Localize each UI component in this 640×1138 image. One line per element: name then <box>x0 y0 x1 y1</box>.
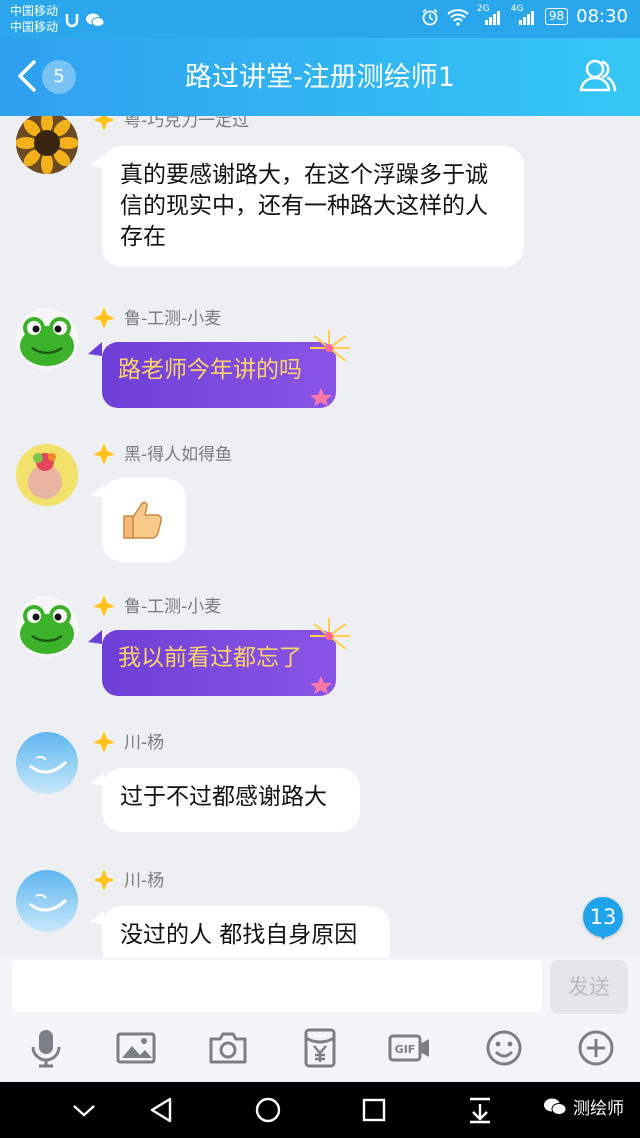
wifi-icon <box>447 8 469 26</box>
sunflower-avatar-icon <box>16 116 78 174</box>
watermark: 测绘师 <box>543 1094 624 1119</box>
group-members-icon[interactable] <box>578 56 618 96</box>
camera-icon[interactable] <box>206 1026 250 1070</box>
wechat-icon <box>544 1098 567 1115</box>
network-label-2: 4G <box>510 3 524 14</box>
avatar[interactable] <box>16 870 78 932</box>
unread-count-badge[interactable]: 5 <box>42 60 76 94</box>
red-packet-icon[interactable] <box>298 1026 342 1070</box>
thumbs-up-icon <box>123 501 162 539</box>
gif-icon[interactable]: GIF <box>388 1026 432 1070</box>
alarm-icon <box>422 8 438 25</box>
bubble-tail <box>88 342 102 356</box>
home-icon[interactable] <box>250 1092 286 1128</box>
sender-name: 粤-巧克力一定过 <box>124 116 250 131</box>
message-input[interactable] <box>12 960 542 1012</box>
firework-icon <box>310 618 350 650</box>
notification-pull-icon[interactable] <box>462 1092 498 1128</box>
avatar[interactable] <box>16 116 78 174</box>
sender-name: 鲁-工测-小麦 <box>124 597 222 617</box>
carrier-labels: 中国移动 中国移动 <box>10 3 58 35</box>
member-star-icon <box>93 307 115 329</box>
member-star-icon <box>93 443 115 465</box>
message-bubble[interactable]: 路老师今年讲的吗 <box>102 342 336 408</box>
message-bubble[interactable]: 我以前看过都忘了 <box>102 630 336 696</box>
bubble-tail <box>88 630 102 644</box>
wechat-icon <box>86 13 105 27</box>
firework-icon <box>310 676 332 694</box>
firework-icon <box>310 330 350 362</box>
signal-1: 2G <box>477 4 503 26</box>
avatar[interactable] <box>16 596 78 658</box>
image-icon[interactable] <box>114 1026 158 1070</box>
send-button[interactable]: 发送 <box>550 960 628 1014</box>
member-star-icon <box>93 869 115 891</box>
baby-avatar-icon <box>16 444 78 506</box>
firework-icon <box>310 388 332 406</box>
chat-header: 5 路过讲堂-注册测绘师1 <box>0 38 640 116</box>
back-icon[interactable] <box>144 1092 180 1128</box>
status-bar: 中国移动 中国移动 2G 4G 98 08:30 <box>0 0 640 38</box>
signal-2: 4G <box>511 4 537 26</box>
chevron-down-icon[interactable] <box>66 1092 102 1128</box>
input-toolbar: GIF <box>0 1026 640 1076</box>
recents-icon[interactable] <box>356 1092 392 1128</box>
member-star-icon <box>93 116 115 131</box>
sender-name: 川-杨 <box>124 871 165 891</box>
composer: 发送 GIF <box>0 958 640 1080</box>
frog-avatar-icon <box>16 308 78 370</box>
avatar[interactable] <box>16 732 78 794</box>
carrier-2: 中国移动 <box>10 20 59 34</box>
svg-text:GIF: GIF <box>395 1043 416 1056</box>
avatar[interactable] <box>16 308 78 370</box>
sky-avatar-icon <box>16 732 78 794</box>
group-title: 路过讲堂-注册测绘师1 <box>185 62 455 93</box>
message-bubble[interactable] <box>102 478 186 562</box>
member-star-icon <box>93 595 115 617</box>
emoji-icon[interactable] <box>482 1026 526 1070</box>
sender-name: 黑-得人如得鱼 <box>124 445 233 465</box>
message-bubble[interactable]: 过于不过都感谢路大 <box>102 768 360 832</box>
avatar[interactable] <box>16 444 78 506</box>
message-bubble[interactable]: 真的要感谢路大，在这个浮躁多于诚信的现实中，还有一种路大这样的人存在 <box>102 146 524 267</box>
microphone-icon[interactable] <box>24 1026 68 1070</box>
watermark-text: 测绘师 <box>573 1099 624 1119</box>
member-star-icon <box>93 731 115 753</box>
back-arrow-icon[interactable] <box>12 56 42 96</box>
message-bubble[interactable]: 没过的人 都找自身原因 <box>102 906 390 958</box>
frog-avatar-icon <box>16 596 78 658</box>
battery-indicator: 98 <box>544 8 569 25</box>
plus-icon[interactable] <box>574 1026 618 1070</box>
message-list[interactable]: 粤-巧克力一定过 真的要感谢路大，在这个浮躁多于诚信的现实中，还有一种路大这样的… <box>0 116 640 958</box>
sender-name: 川-杨 <box>124 733 165 753</box>
new-messages-badge[interactable]: 13 <box>583 897 623 937</box>
notification-icons <box>64 9 105 28</box>
app-u-icon <box>65 13 79 27</box>
system-navigation-bar: 测绘师 <box>0 1082 640 1138</box>
clock: 08:30 <box>576 6 628 27</box>
carrier-1: 中国移动 <box>10 4 59 18</box>
network-label-1: 2G <box>476 3 490 14</box>
sender-name: 鲁-工测-小麦 <box>124 309 222 329</box>
status-right: 2G 4G 98 08:30 <box>421 4 628 27</box>
sky-avatar-icon <box>16 870 78 932</box>
